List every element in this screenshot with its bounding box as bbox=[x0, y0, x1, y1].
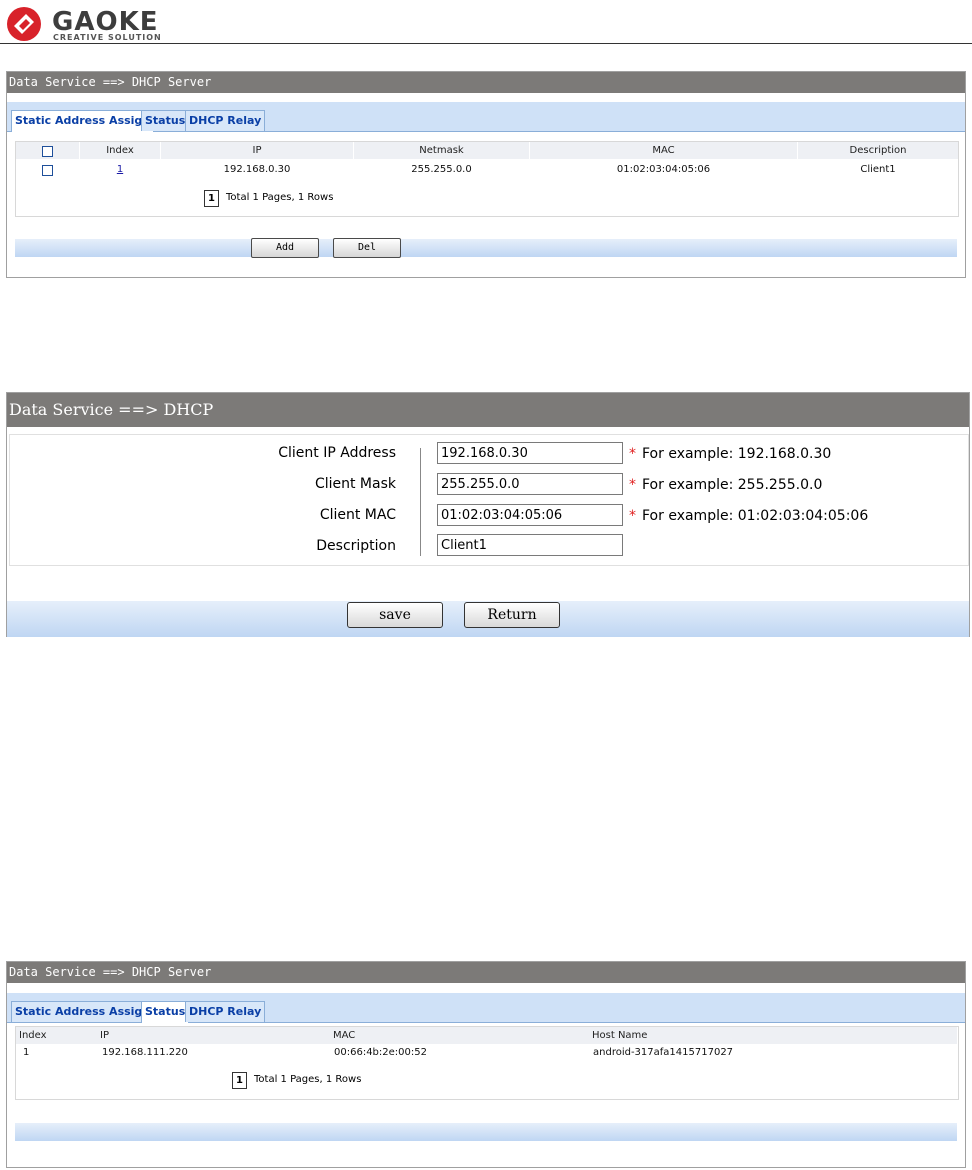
form-divider bbox=[420, 448, 421, 556]
column-header-mac: MAC bbox=[530, 142, 798, 159]
page-number-button[interactable]: 1 bbox=[232, 1072, 247, 1089]
client-ip-hint: * For example: 192.168.0.30 bbox=[629, 446, 831, 462]
column-header-ip: IP bbox=[97, 1027, 333, 1044]
add-button[interactable]: Add bbox=[251, 238, 319, 258]
client-mac-hint: * For example: 01:02:03:04:05:06 bbox=[629, 508, 868, 524]
column-header-index: Index bbox=[80, 142, 161, 159]
required-marker: * bbox=[629, 508, 636, 524]
row-host-name: android-317afa1415717027 bbox=[593, 1047, 734, 1058]
column-header-description: Description bbox=[798, 142, 958, 159]
client-ip-input[interactable] bbox=[437, 442, 623, 464]
required-marker: * bbox=[629, 446, 636, 462]
pagination-info: Total 1 Pages, 1 Rows bbox=[226, 192, 334, 203]
delete-button[interactable]: Del bbox=[333, 238, 401, 258]
row-index: 1 bbox=[23, 1047, 30, 1058]
client-ip-label: Client IP Address bbox=[278, 445, 396, 461]
static-assign-table: Index IP Netmask MAC Description 1 192.1… bbox=[15, 141, 959, 217]
action-bar bbox=[15, 1123, 957, 1141]
column-header-netmask: Netmask bbox=[354, 142, 530, 159]
static-assign-panel: Data Service ==> DHCP Server Static Addr… bbox=[6, 71, 966, 278]
brand-logo: GAOKE CREATIVE SOLUTION bbox=[4, 4, 174, 44]
pagination-info: Total 1 Pages, 1 Rows bbox=[254, 1074, 362, 1085]
tab-dhcp-relay[interactable]: DHCP Relay bbox=[185, 1001, 266, 1022]
page-number-button[interactable]: 1 bbox=[204, 190, 219, 207]
tab-strip: Static Address Assign Status DHCP Relay bbox=[7, 102, 965, 132]
select-all-checkbox[interactable] bbox=[42, 146, 53, 157]
row-checkbox[interactable] bbox=[42, 165, 53, 176]
column-header-mac: MAC bbox=[330, 1027, 592, 1044]
row-mac: 01:02:03:04:05:06 bbox=[616, 164, 711, 175]
brand-tagline: CREATIVE SOLUTION bbox=[53, 33, 162, 42]
panel-title: Data Service ==> DHCP bbox=[7, 393, 969, 427]
row-description: Client1 bbox=[860, 164, 896, 175]
client-mask-hint: * For example: 255.255.0.0 bbox=[629, 477, 822, 493]
required-marker: * bbox=[629, 477, 636, 493]
row-netmask: 255.255.0.0 bbox=[411, 164, 472, 175]
header-divider bbox=[0, 43, 972, 44]
row-index-link[interactable]: 1 bbox=[80, 164, 160, 175]
client-mask-label: Client Mask bbox=[314, 476, 396, 492]
description-label: Description bbox=[316, 538, 396, 554]
row-mac: 00:66:4b:2e:00:52 bbox=[334, 1047, 427, 1058]
tab-static-address-assign[interactable]: Static Address Assign bbox=[11, 1001, 155, 1022]
column-header-index: Index bbox=[16, 1027, 100, 1044]
tab-status[interactable]: Status bbox=[141, 1001, 190, 1023]
column-header-ip: IP bbox=[161, 142, 354, 159]
tab-dhcp-relay[interactable]: DHCP Relay bbox=[185, 110, 266, 131]
tab-status[interactable]: Status bbox=[141, 110, 190, 131]
status-panel: Data Service ==> DHCP Server Static Addr… bbox=[6, 961, 966, 1168]
column-header-host-name: Host Name bbox=[589, 1027, 957, 1044]
description-input[interactable] bbox=[437, 534, 623, 556]
panel-title: Data Service ==> DHCP Server bbox=[7, 962, 965, 983]
client-ip-hint-text: For example: 192.168.0.30 bbox=[642, 446, 832, 462]
return-button[interactable]: Return bbox=[464, 602, 560, 628]
tab-strip: Static Address Assign Status DHCP Relay bbox=[7, 993, 965, 1023]
client-mask-hint-text: For example: 255.255.0.0 bbox=[642, 477, 823, 493]
dhcp-form-panel: Data Service ==> DHCP Client IP Address … bbox=[6, 392, 970, 637]
tab-static-address-assign[interactable]: Static Address Assign bbox=[11, 110, 155, 132]
action-bar bbox=[15, 239, 957, 257]
save-button[interactable]: save bbox=[347, 602, 443, 628]
client-mac-input[interactable] bbox=[437, 504, 623, 526]
status-table: Index IP MAC Host Name 1 192.168.111.220… bbox=[15, 1026, 959, 1100]
row-ip: 192.168.111.220 bbox=[102, 1047, 188, 1058]
gaoke-logo-icon bbox=[7, 7, 41, 41]
select-all-header bbox=[16, 142, 80, 159]
row-ip: 192.168.0.30 bbox=[223, 164, 291, 175]
client-mac-hint-text: For example: 01:02:03:04:05:06 bbox=[642, 508, 869, 524]
client-mac-label: Client MAC bbox=[319, 507, 396, 523]
panel-title: Data Service ==> DHCP Server bbox=[7, 72, 965, 93]
client-mask-input[interactable] bbox=[437, 473, 623, 495]
